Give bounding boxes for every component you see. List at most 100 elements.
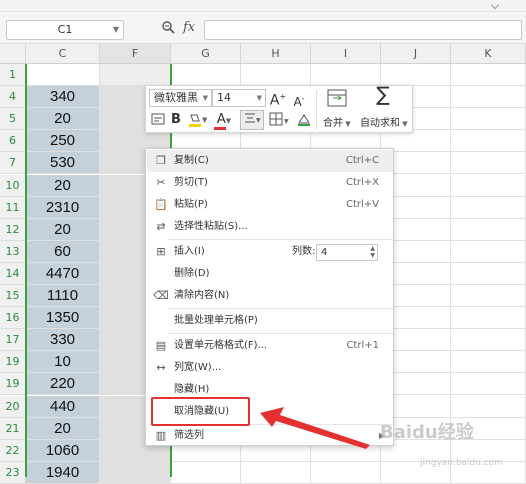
menu-item-format-cells[interactable]: ▤ 设置单元格格式(F)... Ctrl+1 [147,335,393,357]
cell-c[interactable]: 250 [26,130,100,153]
row-header[interactable]: 22 [0,439,26,462]
grid-cell[interactable] [311,64,381,87]
grid-cell[interactable] [451,329,526,352]
menu-item-paste-special[interactable]: ⇄ 选择性粘贴(S)... [147,216,393,238]
cell-c[interactable]: 4470 [26,262,100,285]
spinner-icon[interactable]: ▲ ▼ [370,245,375,259]
cell-c[interactable]: 530 [26,152,100,175]
cell-c[interactable]: 1110 [26,285,100,308]
grid-cell[interactable] [381,64,451,87]
menu-item-copy[interactable]: ❐ 复制(C) Ctrl+C [147,150,393,172]
grid-cell[interactable] [451,285,526,308]
grid-cell[interactable] [451,86,526,109]
column-count-input[interactable]: 4 ▲ ▼ [316,244,378,261]
cell-c[interactable]: 440 [26,395,100,418]
grid-cell[interactable] [451,130,526,153]
column-header-h[interactable]: H [241,44,311,64]
column-header-k[interactable]: K [451,44,526,64]
name-box[interactable]: C1 ▼ [6,20,124,40]
menu-item-cut[interactable]: ✂ 剪切(T) Ctrl+X [147,172,393,194]
row-header[interactable]: 1 [0,64,26,87]
increase-font-button[interactable]: A+ [269,89,287,109]
chevron-down-icon[interactable]: ▼ [257,90,262,106]
cell-f[interactable] [100,461,171,484]
cell-c[interactable]: 60 [26,240,100,263]
merge-cells-icon[interactable] [326,89,348,112]
row-header[interactable]: 16 [0,307,26,330]
sigma-icon[interactable]: ∑ [372,84,394,104]
column-header-c[interactable]: C [26,44,100,64]
row-header[interactable]: 21 [0,417,26,440]
clear-format-icon[interactable] [295,112,313,133]
cell-c[interactable]: 340 [26,86,100,109]
grid-cell[interactable] [241,461,311,484]
grid-cell[interactable] [451,108,526,131]
grid-cell[interactable] [241,64,311,87]
grid-cell[interactable] [451,373,526,396]
formula-input[interactable] [204,20,522,40]
row-header[interactable]: 19 [0,351,26,374]
grid-cell[interactable] [171,461,241,484]
cell-c[interactable]: 330 [26,329,100,352]
cell-c[interactable]: 1940 [26,461,100,484]
grid-cell[interactable] [171,64,241,87]
bold-button[interactable]: B [168,112,184,128]
grid-cell[interactable] [451,240,526,263]
font-size-select[interactable]: 14 ▼ [212,89,266,107]
grid-cell[interactable] [451,218,526,241]
grid-cell[interactable] [451,395,526,418]
cell-c[interactable]: 1350 [26,307,100,330]
fx-icon[interactable]: fx [183,20,195,35]
cell-c[interactable]: 20 [26,174,100,197]
align-center-button[interactable]: ▼ [240,110,264,130]
autosum-button[interactable]: 自动求和 ▼ [360,114,408,129]
row-header[interactable]: 17 [0,329,26,352]
cell-c[interactable]: 10 [26,351,100,374]
row-header[interactable]: 5 [0,108,26,131]
grid-cell[interactable] [451,64,526,87]
cell-c[interactable] [26,64,100,87]
row-header[interactable]: 20 [0,395,26,418]
chevron-down-icon[interactable]: ▼ [203,90,208,106]
row-header[interactable]: 7 [0,152,26,175]
column-header-g[interactable]: G [171,44,241,64]
font-color-button[interactable]: A ▼ [212,112,236,130]
menu-item-column-width[interactable]: ↔ 列宽(W)... [147,357,393,379]
column-header-j[interactable]: J [381,44,451,64]
border-button[interactable]: ▼ [268,112,292,131]
grid-cell[interactable] [451,262,526,285]
font-name-select[interactable]: 微软雅黑 ▼ [149,89,212,107]
column-header-f[interactable]: F [100,44,171,64]
cell-c[interactable]: 2310 [26,196,100,219]
menu-item-paste[interactable]: 📋 粘贴(P) Ctrl+V [147,194,393,216]
grid-cell[interactable] [451,351,526,374]
cell-c[interactable]: 220 [26,373,100,396]
column-header-i[interactable]: I [311,44,381,64]
menu-item-batch[interactable]: 批量处理单元格(P) [147,310,393,332]
decrease-font-button[interactable]: A- [291,91,307,110]
collapse-ribbon-icon[interactable] [490,0,500,10]
cell-c[interactable]: 20 [26,218,100,241]
grid-cell[interactable] [451,152,526,175]
cell-c[interactable]: 20 [26,417,100,440]
menu-item-delete[interactable]: 删除(D) [147,263,393,285]
row-header[interactable]: 6 [0,130,26,153]
row-header[interactable]: 12 [0,218,26,241]
row-header[interactable]: 19 [0,373,26,396]
select-all-corner[interactable] [0,44,26,64]
row-header[interactable]: 23 [0,461,26,484]
row-header[interactable]: 10 [0,174,26,197]
fill-color-button[interactable]: ▼ [186,112,208,133]
cell-f[interactable] [100,64,171,87]
row-header[interactable]: 13 [0,240,26,263]
row-header[interactable]: 11 [0,196,26,219]
cell-c[interactable]: 20 [26,108,100,131]
menu-item-insert[interactable]: ⊞ 插入(I) 列数: 4 ▲ ▼ [147,241,393,263]
grid-cell[interactable] [451,307,526,330]
row-header[interactable]: 14 [0,262,26,285]
row-header[interactable]: 15 [0,285,26,308]
cell-c[interactable]: 1060 [26,439,100,462]
grid-cell[interactable] [451,196,526,219]
wrap-icon[interactable] [150,112,166,131]
grid-cell[interactable] [311,461,381,484]
